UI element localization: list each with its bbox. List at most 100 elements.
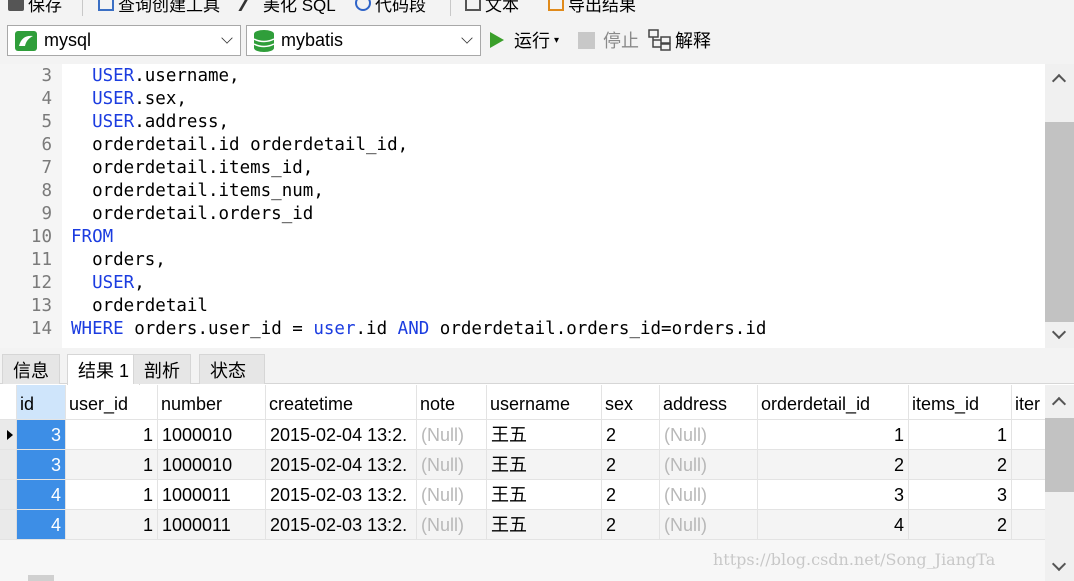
stop-button[interactable]: 停止 [578, 27, 639, 53]
cell-note[interactable]: (Null) [417, 480, 487, 510]
cell-user_id[interactable]: 1 [66, 510, 158, 540]
code-token: .sex, [134, 89, 187, 109]
column-header-items_id[interactable]: items_id [909, 385, 1012, 420]
cell-id[interactable]: 3 [17, 450, 66, 480]
toolbar-divider [82, 0, 83, 16]
cell-user_id[interactable]: 1 [66, 450, 158, 480]
scroll-up-icon[interactable] [1051, 73, 1067, 89]
beautify-sql-button[interactable]: 美化 SQL [238, 0, 336, 15]
export-result-button[interactable]: 导出结果 [548, 0, 636, 15]
cell-orderdetail_id[interactable]: 4 [758, 510, 909, 540]
code-snippet-button[interactable]: 代码段 [355, 0, 426, 15]
connection-select[interactable]: mysql [7, 25, 241, 56]
table-row[interactable]: 3 1 1000010 2015-02-04 13:2. (Null) 王五 2 (Null)… [0, 450, 1045, 480]
row-indicator[interactable] [0, 450, 17, 480]
column-header-number[interactable]: number [158, 385, 266, 420]
tab-profile[interactable]: 剖析 [133, 354, 191, 384]
cell-number[interactable]: 1000010 [158, 450, 266, 480]
query-builder-button[interactable]: 查询创建工具 [98, 0, 220, 15]
cell-username[interactable]: 王五 [487, 450, 602, 480]
run-button[interactable]: 运行 ▾ [490, 27, 559, 53]
save-button[interactable]: 保存 [8, 0, 62, 15]
cell-address[interactable]: (Null) [660, 420, 758, 450]
cell-sex[interactable]: 2 [602, 480, 660, 510]
cell-iter[interactable] [1012, 420, 1045, 450]
table-row[interactable]: 4 1 1000011 2015-02-03 13:2. (Null) 王五 2 (Null)… [0, 480, 1045, 510]
cell-note[interactable]: (Null) [417, 510, 487, 540]
cell-createtime[interactable]: 2015-02-03 13:2. [266, 510, 417, 540]
table-row[interactable]: 4 1 1000011 2015-02-03 13:2. (Null) 王五 2 (Null)… [0, 510, 1045, 540]
tab-info[interactable]: 信息 [2, 354, 60, 384]
cell-createtime[interactable]: 2015-02-03 13:2. [266, 480, 417, 510]
cell-orderdetail_id[interactable]: 3 [758, 480, 909, 510]
cell-items_id[interactable]: 2 [909, 510, 1012, 540]
scroll-up-icon[interactable] [1051, 396, 1067, 412]
scroll-down-icon[interactable] [1051, 324, 1067, 340]
cell-number[interactable]: 1000011 [158, 510, 266, 540]
cell-username[interactable]: 王五 [487, 480, 602, 510]
cell-sex[interactable]: 2 [602, 510, 660, 540]
cell-note[interactable]: (Null) [417, 450, 487, 480]
row-indicator[interactable] [0, 480, 17, 510]
cell-iter[interactable] [1012, 450, 1045, 480]
cell-number[interactable]: 1000010 [158, 420, 266, 450]
cell-items_id[interactable]: 2 [909, 450, 1012, 480]
horizontal-scrollbar-thumb[interactable] [28, 575, 54, 581]
cell-id[interactable]: 4 [17, 480, 66, 510]
caret-down-icon[interactable]: ▾ [554, 35, 559, 46]
sql-editor[interactable]: 3 USER.username, 4 USER.sex, 5 USER.addres… [0, 64, 1045, 348]
column-header-sex[interactable]: sex [602, 385, 660, 420]
row-indicator[interactable] [0, 510, 17, 540]
table-row[interactable]: 3 1 1000010 2015-02-04 13:2. (Null) 王五 2 (Null)… [0, 420, 1045, 450]
line-number: 9 [41, 204, 52, 224]
cell-id[interactable]: 3 [17, 420, 66, 450]
top-toolbar: 保存 查询创建工具 美化 SQL 代码段 文本 导出结果 [0, 0, 1074, 18]
scroll-down-icon[interactable] [1051, 556, 1067, 572]
cell-address[interactable]: (Null) [660, 480, 758, 510]
cell-number[interactable]: 1000011 [158, 480, 266, 510]
cell-sex[interactable]: 2 [602, 420, 660, 450]
cell-iter[interactable] [1012, 480, 1045, 510]
cell-user_id[interactable]: 1 [66, 420, 158, 450]
explain-button[interactable]: 解释 [648, 27, 711, 53]
cell-iter[interactable] [1012, 510, 1045, 540]
cell-address[interactable]: (Null) [660, 510, 758, 540]
column-header-address[interactable]: address [660, 385, 758, 420]
cell-username[interactable]: 王五 [487, 510, 602, 540]
cell-address[interactable]: (Null) [660, 450, 758, 480]
cell-username[interactable]: 王五 [487, 420, 602, 450]
grid-scrollbar-thumb[interactable] [1045, 418, 1074, 492]
grid-corner [0, 385, 17, 420]
cell-note[interactable]: (Null) [417, 420, 487, 450]
column-header-id[interactable]: id [17, 385, 66, 420]
tab-result-1[interactable]: 结果 1 [67, 354, 141, 385]
column-header-username[interactable]: username [487, 385, 602, 420]
cell-id[interactable]: 4 [17, 510, 66, 540]
column-header-note[interactable]: note [417, 385, 487, 420]
result-grid[interactable]: id user_id number createtime note username sex… [0, 385, 1045, 540]
cell-createtime[interactable]: 2015-02-04 13:2. [266, 420, 417, 450]
cell-user_id[interactable]: 1 [66, 480, 158, 510]
cell-createtime[interactable]: 2015-02-04 13:2. [266, 450, 417, 480]
tab-status[interactable]: 状态 [199, 354, 265, 384]
cell-sex[interactable]: 2 [602, 450, 660, 480]
grid-scrollbar[interactable] [1045, 385, 1074, 581]
database-name: mybatis [281, 30, 344, 50]
column-header-user_id[interactable]: user_id [66, 385, 158, 420]
editor-scrollbar-thumb[interactable] [1045, 122, 1074, 322]
column-header-iter[interactable]: iter [1012, 385, 1045, 420]
cell-orderdetail_id[interactable]: 2 [758, 450, 909, 480]
result-tabs: 信息 结果 1 剖析 状态 [0, 348, 1074, 385]
editor-scrollbar[interactable] [1045, 64, 1074, 348]
row-indicator[interactable] [0, 420, 17, 450]
code-line: 11 orders, [0, 249, 1045, 272]
column-header-orderdetail_id[interactable]: orderdetail_id [758, 385, 909, 420]
cell-orderdetail_id[interactable]: 1 [758, 420, 909, 450]
database-select[interactable]: mybatis [246, 25, 481, 56]
line-number: 6 [41, 135, 52, 155]
cell-items_id[interactable]: 1 [909, 420, 1012, 450]
cell-items_id[interactable]: 3 [909, 480, 1012, 510]
text-button[interactable]: 文本 [465, 0, 519, 15]
column-header-createtime[interactable]: createtime [266, 385, 417, 420]
